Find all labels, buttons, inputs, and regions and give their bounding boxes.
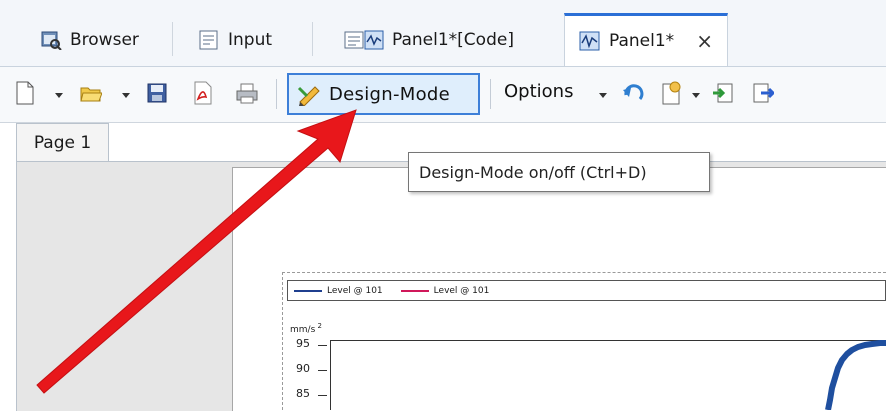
red-annotation-arrow [36,109,357,394]
